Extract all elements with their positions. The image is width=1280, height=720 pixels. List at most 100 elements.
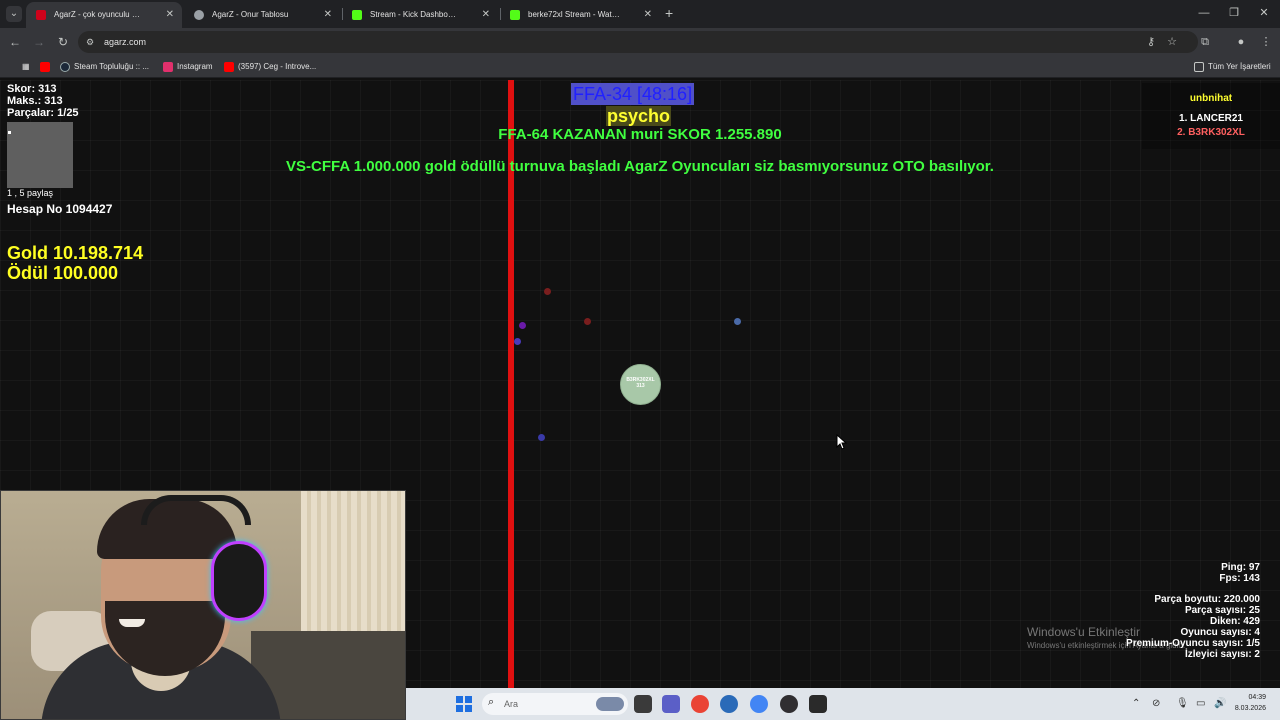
apps-grid-icon[interactable]: ▦ [8,56,30,78]
teams-icon[interactable] [662,695,680,713]
menu-kebab-icon[interactable]: ⋮ [1257,33,1275,51]
clock-time: 04:39 [1248,694,1266,701]
network-icon[interactable]: ▭ [1196,696,1205,712]
close-tab-icon[interactable]: ✕ [644,2,652,28]
bookmarks-bar: ▦ Steam Topluluğu :: ... Instagram (3597… [0,56,1280,78]
minimize-icon[interactable]: — [1196,4,1212,22]
url-text[interactable]: agarz.com [104,31,146,53]
winner-message: FFA-64 KAZANAN muri SKOR 1.255.890 [498,126,782,143]
close-tab-icon[interactable]: ✕ [166,2,174,28]
extensions-icon[interactable]: ⧉ [1196,33,1214,51]
network-stats: Ping: 97 Fps: 143 [1219,562,1260,584]
streamer-mouth [119,619,145,627]
account-number: Hesap No 1094427 [7,202,113,216]
tab-search-icon[interactable]: ⌄ [6,6,22,22]
tray-chevron-icon[interactable]: ⌃ [1132,696,1140,712]
forward-icon[interactable]: → [30,33,48,51]
top-player-name: psycho [606,106,672,126]
obs-icon[interactable] [780,695,798,713]
close-window-icon[interactable]: ✕ [1256,4,1272,22]
omnibox[interactable]: ⚙ agarz.com [78,31,1198,53]
player-stats: Skor: 313 Maks.: 313 Parçalar: 1/25 [7,83,79,119]
chrome-active-icon[interactable] [750,695,768,713]
close-tab-icon[interactable]: ✕ [324,2,332,28]
piece-size-text: Parça boyutu: 220.000 [1154,594,1260,605]
maximize-icon[interactable]: ❐ [1226,4,1242,22]
chrome-icon[interactable] [691,695,709,713]
viewers-text: İzleyici sayısı: 2 [1184,649,1260,660]
globe-favicon-icon [194,10,204,20]
bookmark-youtube-video[interactable]: (3597) Ceg - Introve... [224,56,316,78]
microphone-icon[interactable]: 🎙 [1176,696,1189,712]
youtube-icon [40,62,50,72]
windows-start-icon[interactable] [456,696,472,712]
tab-label: AgarZ - çok oyunculu tarayıcı o [54,10,142,19]
tab-label: Stream - Kick Dashboard [370,10,458,19]
steam-app-icon[interactable] [720,695,738,713]
profile-avatar-icon[interactable]: ● [1232,33,1250,51]
tab-onur-tablosu[interactable]: AgarZ - Onur Tablosu ✕ [184,2,340,28]
bookmark-steam[interactable]: Steam Topluluğu :: ... [60,56,149,78]
screen: ⌄ AgarZ - çok oyunculu tarayıcı o ✕ Agar… [0,0,1280,720]
agarz-favicon-icon [36,10,46,20]
bookmark-label: Steam Topluluğu :: ... [74,62,150,71]
bookmark-instagram[interactable]: Instagram [163,56,213,78]
webcam-overlay [0,490,406,720]
leaderboard-row-self: 2. B3RK302XL [1177,127,1245,138]
system-clock[interactable]: 04:39 8.03.2026 [1235,692,1266,714]
back-icon[interactable]: ← [6,33,24,51]
search-icon: ⌕ [488,696,495,708]
password-key-icon[interactable]: ⚷ [1142,33,1160,51]
gold-text: Gold 10.198.714 [7,243,144,263]
food-pellet [514,338,521,345]
pieces-text: Parçalar: 1/25 [7,107,79,119]
tray-app-icon[interactable]: ⊘ [1152,696,1160,712]
search-placeholder: Ara [504,699,519,709]
premium-players-text: Premium-Oyuncu sayısı: 1/5 [1126,638,1260,649]
task-view-icon[interactable] [634,695,652,713]
close-tab-icon[interactable]: ✕ [482,2,490,28]
all-bookmarks-label: Tüm Yer İşaretleri [1208,62,1271,71]
kick-favicon-icon [510,10,520,20]
new-tab-button[interactable]: + [665,4,673,22]
tab-kick-dashboard[interactable]: Stream - Kick Dashboard ✕ [342,2,498,28]
bookmark-star-icon[interactable]: ☆ [1163,33,1181,51]
reload-icon[interactable]: ↻ [54,33,72,51]
food-pellet [544,288,551,295]
mouse-cursor-icon [836,434,848,450]
tab-label: AgarZ - Onur Tablosu [212,10,289,19]
food-pellet [519,322,526,329]
share-text[interactable]: 1 , 5 paylaş [7,188,53,198]
all-bookmarks-folder[interactable]: Tüm Yer İşaretleri [1194,56,1271,78]
app-icon[interactable] [809,695,827,713]
tab-agarz[interactable]: AgarZ - çok oyunculu tarayıcı o ✕ [26,2,182,28]
tab-label: berke72xl Stream - Watch Live o [528,10,620,19]
leaderboard-title: unbnihat [1189,93,1233,104]
site-info-icon[interactable]: ⚙ [86,36,98,48]
folder-icon [1194,62,1204,72]
tab-bar: ⌄ AgarZ - çok oyunculu tarayıcı o ✕ Agar… [0,0,1280,28]
address-bar-row: ← → ↻ ⚙ agarz.com ⚷ ☆ ⧉ ● ⋮ [0,28,1280,56]
leaderboard: unbnihat 1. LANCER21 2. B3RK302XL [1142,83,1280,149]
food-pellet [584,318,591,325]
windows-taskbar: ⌕ Ara ⌃ ⊘ 🎙 ▭ 🔊 04:39 8.03.2026 [406,688,1280,720]
food-pellet [538,434,545,441]
player-cell: B3RK302XL 313 [620,364,661,405]
volume-icon[interactable]: 🔊 [1214,696,1226,712]
server-timer: FFA-34 [48:16] [571,83,695,105]
spikes-text: Diken: 429 [1209,616,1260,627]
kick-favicon-icon [352,10,362,20]
tournament-announcement: VS-CFFA 1.000.000 gold ödüllü turnuva ba… [286,158,994,175]
bookmark-label: Instagram [177,62,213,71]
fps-text: Fps: 143 [1219,573,1260,584]
gold-info: Gold 10.198.714 Ödül 100.000 [7,243,143,283]
instagram-icon [163,62,173,72]
score-text: Skor: 313 [7,83,57,95]
leaderboard-row: 1. LANCER21 [1179,113,1243,124]
max-score-text: Maks.: 313 [7,95,63,107]
tab-kick-stream[interactable]: berke72xl Stream - Watch Live o ✕ [500,2,660,28]
players-text: Oyuncu sayısı: 4 [1180,627,1260,638]
food-pellet [734,318,741,325]
clock-date: 8.03.2026 [1234,705,1266,712]
taskbar-search[interactable]: ⌕ Ara [482,693,628,715]
